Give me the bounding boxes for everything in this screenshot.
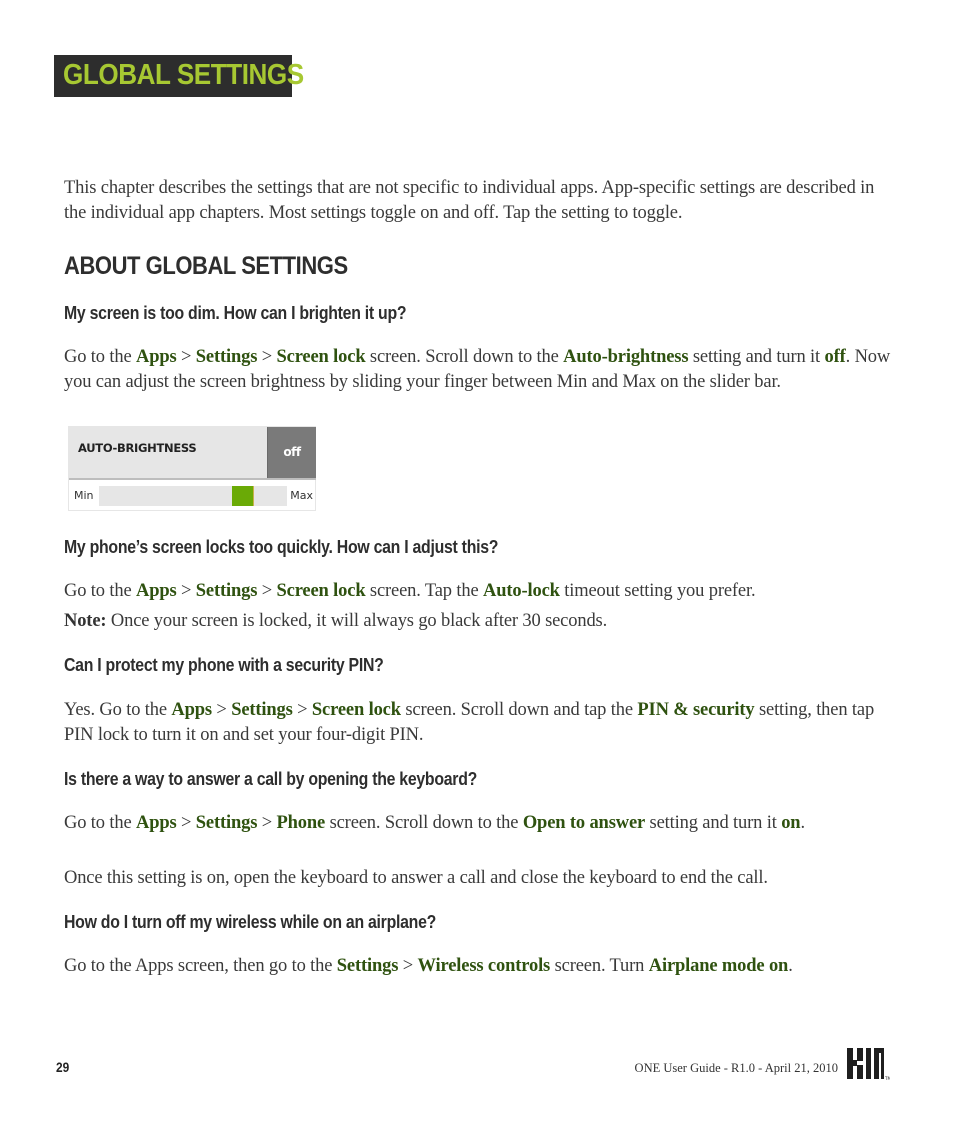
faq-question: My screen is too dim. How can I brighten… [64,303,407,323]
logo-n-right [881,1048,884,1079]
answer-text: screen. Scroll down and tap the [400,700,638,720]
faq-answer: Go to the Apps > Settings > Phone screen… [64,811,894,836]
answer-text: screen. Scroll down to the [325,813,523,833]
screen-lock-link: Screen lock [276,581,366,601]
answer-text: timeout setting you prefer. [559,581,756,601]
apps-link: Apps [135,581,177,601]
faq-question: Is there a way to answer a call by openi… [64,769,478,789]
answer-text: Yes. Go to the [64,700,172,720]
separator: > [211,700,232,720]
auto-brightness-widget: AUTO-BRIGHTNESS off Min Max [68,426,316,511]
note-text: Once your screen is locked, it will alwa… [106,611,608,631]
screen-lock-link: Screen lock [276,347,366,367]
separator: > [176,813,196,833]
answer-text: Go to the Apps screen, then go to the [64,956,337,976]
wireless-controls-link: Wireless controls [417,956,551,976]
settings-link: Settings [231,700,293,720]
logo-n-top [879,1048,881,1053]
slider-min-label: Min [74,489,94,502]
brightness-slider[interactable] [99,486,287,506]
auto-brightness-term: Auto-brightness [563,347,689,367]
slider-thumb[interactable] [231,486,254,506]
auto-brightness-row[interactable]: AUTO-BRIGHTNESS [69,427,267,478]
answer-text: setting and turn it [645,813,782,833]
faq-question: How do I turn off my wireless while on a… [64,912,437,932]
phone-link: Phone [276,813,326,833]
off-term: off [824,347,846,367]
screen-lock-link: Screen lock [311,700,401,720]
apps-link: Apps [135,347,177,367]
kin-logo-icon: TM [847,1048,890,1081]
brightness-slider-row: Min Max [71,483,315,509]
answer-text: Go to the [64,813,136,833]
logo-i [866,1048,871,1079]
divider [69,478,316,480]
airplane-mode-term: Airplane mode on [648,956,789,976]
pin-security-term: PIN & security [637,700,755,720]
logo-k-stem [847,1048,853,1079]
faq-answer: Yes. Go to the Apps > Settings > Screen … [64,698,894,748]
separator: > [257,813,277,833]
apps-link: Apps [171,700,212,720]
separator: > [257,347,277,367]
faq-answer: Go to the Apps screen, then go to the Se… [64,954,894,979]
logo-k-join [853,1060,857,1066]
answer-text: setting and turn it [688,347,825,367]
toggle-state: off [283,445,301,459]
settings-link: Settings [195,581,258,601]
separator: > [292,700,312,720]
settings-link: Settings [195,347,258,367]
auto-lock-term: Auto-lock [483,581,560,601]
answer-text: . [788,956,793,976]
section-title: ABOUT GLOBAL SETTINGS [64,252,348,280]
faq-answer: Go to the Apps > Settings > Screen lock … [64,345,894,395]
auto-brightness-label: AUTO-BRIGHTNESS [78,441,197,455]
settings-link: Settings [195,813,258,833]
intro-paragraph: This chapter describes the settings that… [64,178,875,223]
auto-brightness-toggle[interactable]: off [267,427,316,478]
separator: > [176,347,196,367]
open-to-answer-term: Open to answer [522,813,646,833]
answer-text: . [800,813,805,833]
answer-text: Go to the [64,581,136,601]
separator: > [176,581,196,601]
logo-k-upper [857,1048,863,1061]
faq-question: My phone’s screen locks too quickly. How… [64,537,499,557]
separator: > [398,956,418,976]
footer-guide-info: ONE User Guide - R1.0 - April 21, 2010 [634,1061,838,1075]
separator: > [257,581,277,601]
page-number: 29 [56,1059,70,1075]
chapter-banner: GLOBAL SETTINGS [54,55,304,97]
slider-max-label: Max [290,489,313,502]
trademark-mark: TM [884,1076,890,1081]
apps-link: Apps [135,813,177,833]
faq-question: Can I protect my phone with a security P… [64,655,384,675]
logo-n-left [874,1048,879,1079]
note: Note: Once your screen is locked, it wil… [64,609,894,634]
settings-link: Settings [336,956,399,976]
faq-extra: Once this setting is on, open the keyboa… [64,868,768,888]
answer-text: screen. Scroll down to the [365,347,564,367]
answer-text: screen. Turn [550,956,649,976]
chapter-title: GLOBAL SETTINGS [63,59,304,91]
faq-answer: Go to the Apps > Settings > Screen lock … [64,579,894,604]
on-term: on [781,813,801,833]
answer-text: Go to the [64,347,136,367]
logo-k-lower [857,1065,863,1079]
note-label: Note: [64,611,107,631]
answer-text: screen. Tap the [365,581,484,601]
